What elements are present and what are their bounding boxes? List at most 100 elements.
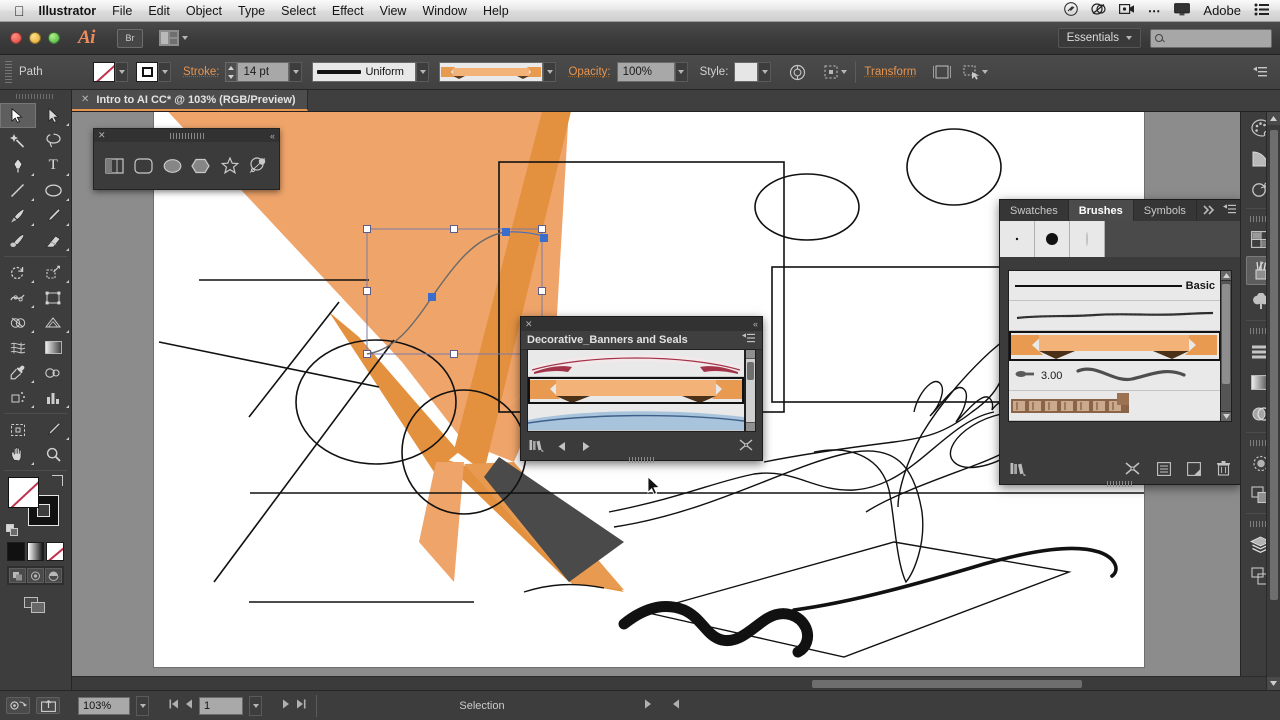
scroll-down-icon[interactable] <box>746 422 755 431</box>
mesh-tool[interactable] <box>0 335 36 360</box>
menu-edit[interactable]: Edit <box>148 4 170 18</box>
panel-menu-icon[interactable] <box>742 333 756 347</box>
tab-swatches[interactable]: Swatches <box>1000 200 1069 221</box>
align-icon[interactable] <box>932 63 952 81</box>
display-icon[interactable] <box>1174 2 1191 19</box>
scrollbar-thumb[interactable] <box>1270 130 1278 600</box>
calligraphic-thin-swatch[interactable] <box>1070 221 1105 257</box>
calligraphic-small-swatch[interactable] <box>1000 221 1035 257</box>
scrollbar-thumb[interactable] <box>1222 284 1230 384</box>
fill-dropdown[interactable] <box>115 62 128 82</box>
swap-fill-stroke-icon[interactable] <box>52 475 63 486</box>
brush-list-item[interactable] <box>1009 391 1221 421</box>
menu-window[interactable]: Window <box>422 4 466 18</box>
default-fill-stroke-icon[interactable] <box>6 524 19 537</box>
apple-icon[interactable]:  <box>14 4 25 18</box>
ellipsis-icon[interactable]: ⋯ <box>1148 3 1162 18</box>
menu-file[interactable]: File <box>112 4 132 18</box>
tools-panel-grip[interactable] <box>16 92 55 101</box>
preflight-icon[interactable] <box>6 697 30 714</box>
change-screen-mode-icon[interactable] <box>23 597 48 615</box>
blob-brush-tool[interactable] <box>0 228 36 253</box>
graphic-style-preview[interactable] <box>734 62 759 82</box>
brush-library-drag-bar[interactable]: ✕ « <box>521 317 762 331</box>
share-on-behance-icon[interactable] <box>36 697 60 714</box>
adobe-label[interactable]: Adobe <box>1203 3 1241 18</box>
shape-builder-tool[interactable] <box>0 310 36 335</box>
select-similar-icon[interactable] <box>821 63 841 81</box>
scale-tool[interactable] <box>36 260 72 285</box>
type-tool[interactable]: T <box>36 153 72 178</box>
brushes-list[interactable]: Basic 3.00 <box>1008 270 1222 422</box>
scroll-down-icon[interactable] <box>1221 411 1231 421</box>
paintbrush-tool[interactable] <box>0 203 36 228</box>
draw-behind-button[interactable] <box>27 568 44 583</box>
brush-libraries-menu-icon[interactable] <box>1010 462 1027 481</box>
panel-menu-icon[interactable] <box>1222 202 1237 220</box>
brush-library-item[interactable] <box>528 377 744 404</box>
collapse-icon[interactable]: « <box>270 131 275 141</box>
artboard-number-dropdown[interactable] <box>249 695 262 716</box>
brush-library-item[interactable] <box>528 404 744 431</box>
brushes-dock-panel[interactable]: Swatches Brushes Symbols Basic 3.00 <box>999 199 1241 487</box>
select-similar-dropdown-icon[interactable] <box>841 70 848 74</box>
rotate-tool[interactable] <box>0 260 36 285</box>
tab-symbols[interactable]: Symbols <box>1134 200 1197 221</box>
zoom-tool[interactable] <box>36 442 72 467</box>
remove-brush-stroke-icon[interactable] <box>1125 461 1141 481</box>
minimize-window-button[interactable] <box>29 32 41 44</box>
stroke-weight-value[interactable]: 14 pt <box>237 62 290 82</box>
close-window-button[interactable] <box>10 32 22 44</box>
magic-wand-tool[interactable] <box>0 128 36 153</box>
menu-type[interactable]: Type <box>238 4 265 18</box>
gradient-mode-button[interactable] <box>26 542 45 561</box>
rounded-rectangle-tool[interactable] <box>133 156 153 176</box>
brush-list-item[interactable] <box>1009 331 1221 361</box>
perspective-grid-tool[interactable] <box>36 310 72 335</box>
panel-grip[interactable] <box>169 132 204 139</box>
workspace-switcher[interactable]: Essentials <box>1057 28 1141 48</box>
os-app-name[interactable]: Illustrator <box>39 4 97 18</box>
panel-menu-icon[interactable] <box>1250 63 1270 81</box>
graphic-style-dropdown[interactable] <box>758 62 772 82</box>
scrollbar-thumb[interactable] <box>812 680 1082 688</box>
brush-definition-dropdown[interactable] <box>543 62 557 82</box>
next-library-icon[interactable] <box>580 439 591 457</box>
slice-tool[interactable] <box>36 417 72 442</box>
stroke-dropdown[interactable] <box>158 62 171 82</box>
fill-swatch[interactable] <box>93 62 115 82</box>
pen-tool[interactable] <box>0 153 36 178</box>
opacity-label[interactable]: Opacity: <box>568 66 610 78</box>
stroke-weight-dropdown[interactable] <box>289 62 303 82</box>
brush-list-item[interactable]: 3.00 <box>1009 361 1221 391</box>
opacity-dropdown[interactable] <box>674 62 688 82</box>
calligraphic-large-swatch[interactable] <box>1035 221 1070 257</box>
ellipse-tool[interactable] <box>162 156 182 176</box>
brush-definition-preview[interactable] <box>439 62 544 82</box>
brush-list-item[interactable]: Basic <box>1009 271 1221 301</box>
color-mode-button[interactable] <box>7 542 25 561</box>
panel-resize-grip[interactable] <box>1107 481 1133 487</box>
shapes-panel-header[interactable]: ✕ « <box>94 129 279 142</box>
draw-inside-button[interactable] <box>45 568 62 583</box>
close-icon[interactable]: ✕ <box>98 130 106 141</box>
brush-library-panel[interactable]: ✕ « Decorative_Banners and Seals <box>520 316 763 463</box>
brush-library-item[interactable] <box>528 350 744 377</box>
polygon-tool[interactable] <box>191 156 211 176</box>
scrollbar-thumb[interactable] <box>747 362 754 380</box>
isolate-selected-icon[interactable] <box>962 63 982 81</box>
menu-effect[interactable]: Effect <box>332 4 364 18</box>
tab-brushes[interactable]: Brushes <box>1068 200 1134 221</box>
previous-artboard-icon[interactable] <box>185 699 193 712</box>
zoom-level-dropdown[interactable] <box>136 695 149 716</box>
list-icon[interactable] <box>1254 3 1270 19</box>
scroll-left-icon[interactable] <box>672 699 681 712</box>
screen-record-icon[interactable] <box>1118 3 1135 18</box>
menu-help[interactable]: Help <box>483 4 509 18</box>
gradient-tool[interactable] <box>36 335 72 360</box>
eraser-tool[interactable] <box>36 228 72 253</box>
search-input[interactable] <box>1150 28 1272 48</box>
rectangle-tool[interactable] <box>104 156 124 176</box>
options-of-selected-object-icon[interactable] <box>1157 461 1171 481</box>
eyedropper-tool[interactable] <box>0 360 36 385</box>
